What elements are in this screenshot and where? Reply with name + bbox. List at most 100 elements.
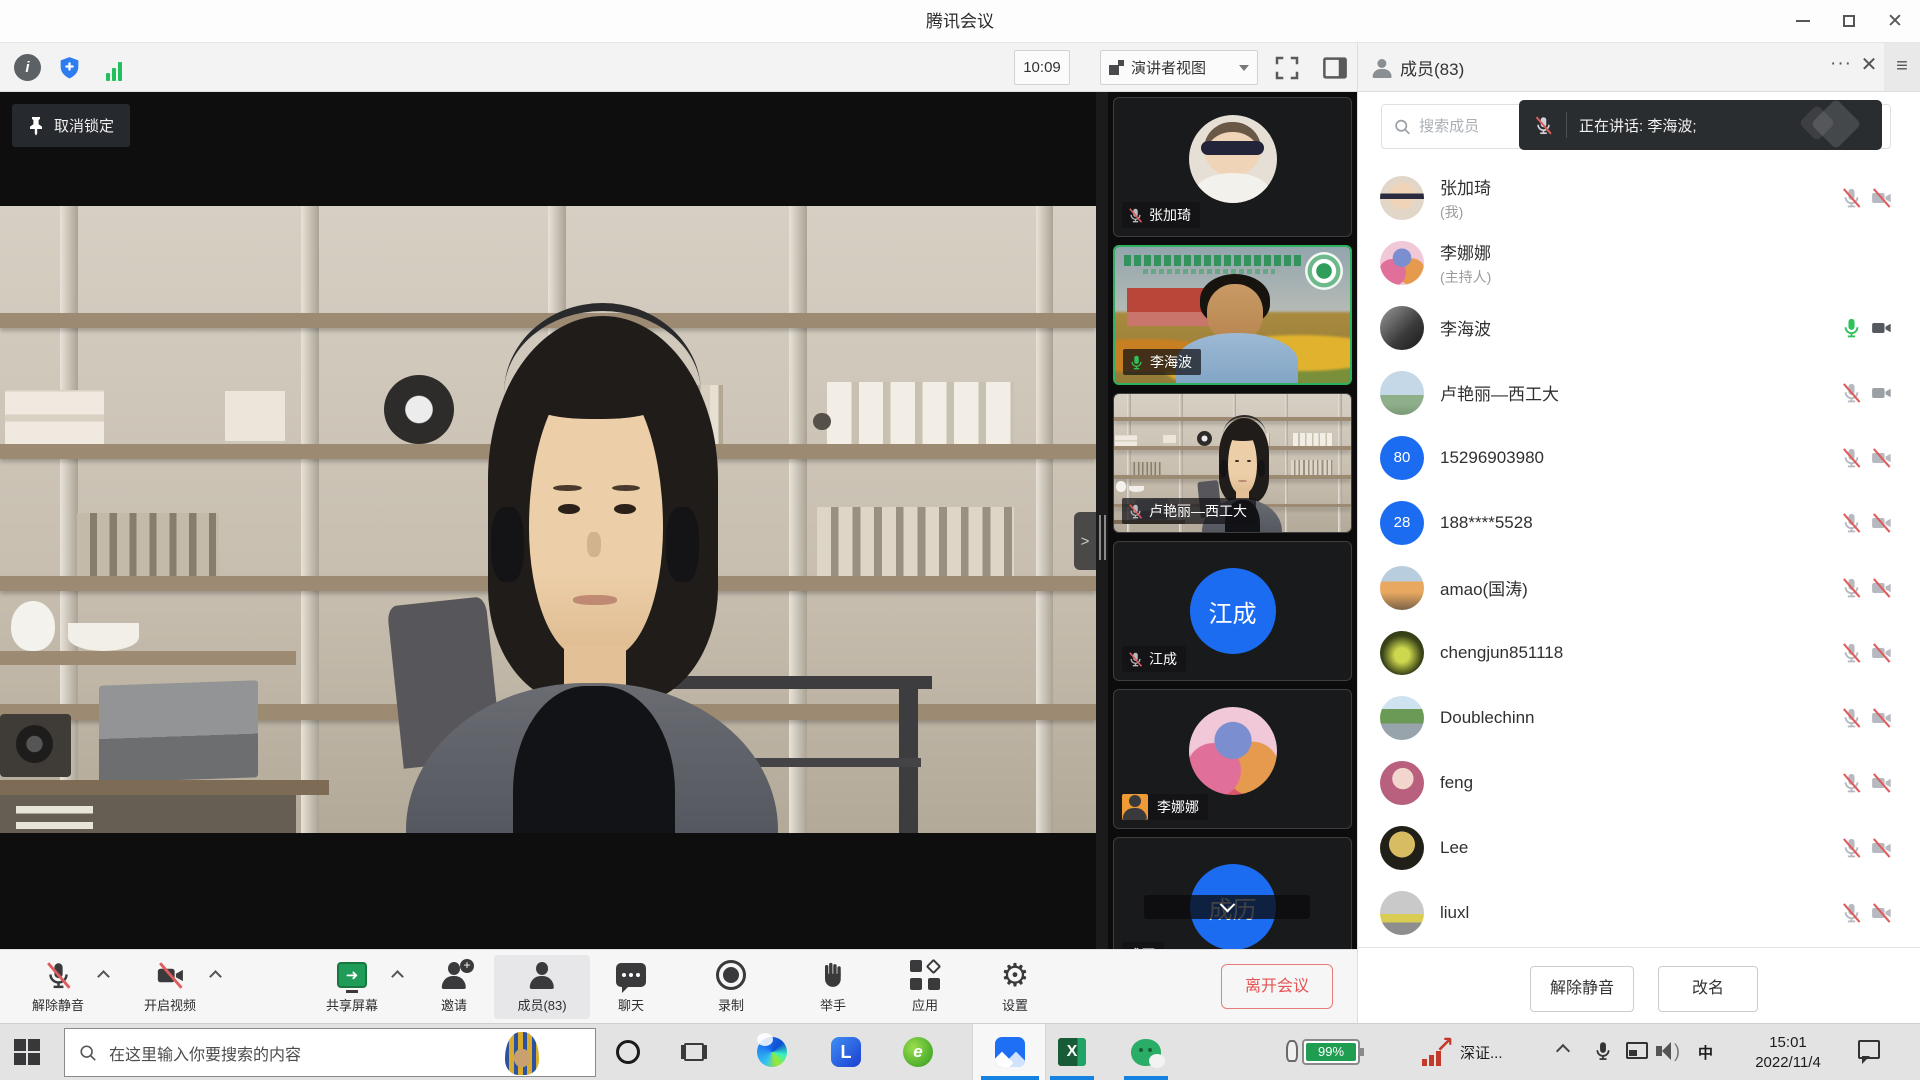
member-row[interactable]: 张加琦 (我) [1358,165,1920,230]
tencent-meeting-taskbar-item[interactable] [972,1024,1046,1080]
video-thumbnail[interactable]: 成历 成历 [1113,837,1352,949]
main-speaker-video[interactable]: 取消锁定 [0,92,1096,949]
toolbar-item-label: 解除静音 [32,995,84,1014]
meeting-security-icon[interactable] [56,54,83,81]
member-avatar [1380,891,1424,935]
participant-name: 张加琦 [1149,205,1191,225]
toolbar-raise-hand-button[interactable]: 举手 [785,957,881,1014]
participant-name: 卢艳丽—西工大 [1149,501,1247,521]
unpin-button[interactable]: 取消锁定 [12,104,130,147]
view-mode-selector[interactable]: 演讲者视图 [1100,50,1258,85]
360-browser-icon[interactable]: e [902,1036,934,1068]
toolbar-start-video-button[interactable]: 开启视频 [122,957,218,1014]
mic-status-icon [1840,316,1863,339]
video-thumbnail[interactable]: 卢艳丽—西工大 [1113,393,1352,533]
maximize-button[interactable] [1826,0,1872,42]
panel-close-icon[interactable]: ✕ [1856,51,1882,81]
video-frame [0,206,1096,833]
member-row[interactable]: Doublechinn [1358,685,1920,750]
action-center-icon[interactable] [1858,1040,1880,1059]
member-row[interactable]: 28 188****5528 [1358,490,1920,555]
stock-app-icon[interactable] [1422,1038,1452,1066]
member-row[interactable]: 李娜娜 (主持人) [1358,230,1920,295]
close-button[interactable]: ✕ [1872,0,1918,42]
fullscreen-button[interactable] [1272,53,1302,83]
toolbar-settings-button[interactable]: ⚙ 设置 [967,957,1063,1014]
video-thumbnail-speaking[interactable]: 李海波 [1113,245,1352,385]
tray-mic-icon[interactable] [1592,1038,1614,1064]
side-panel-toggle-button[interactable] [1320,53,1350,83]
member-avatar [1380,826,1424,870]
layout-icon [1109,60,1124,75]
video-scene [0,206,1096,833]
network-display-icon[interactable] [1626,1042,1648,1059]
stock-ticker-label[interactable]: 深证... [1460,1042,1503,1063]
video-thumbnail[interactable]: 张加琦 [1113,97,1352,237]
toolbar-chat-button[interactable]: 聊天 [583,957,679,1014]
member-name: chengjun851118 [1440,643,1563,663]
participant-label: 成历 [1122,942,1164,949]
leave-meeting-button[interactable]: 离开会议 [1221,964,1333,1009]
hidden-icons-chevron[interactable] [1556,1044,1570,1058]
toolbar-members-button[interactable]: 成员(83) [494,955,590,1019]
member-row[interactable]: amao(国涛) [1358,555,1920,620]
resize-handle[interactable] [1096,92,1108,949]
lenovo-browser-icon[interactable]: L [830,1036,862,1068]
collapse-thumbnails-button[interactable]: > [1074,512,1096,570]
edge-icon[interactable] [756,1036,788,1068]
member-role-label: (主持人) [1440,267,1491,287]
participant-label: 李娜娜 [1122,794,1217,820]
toolbar-item-label: 聊天 [618,995,644,1014]
meeting-info-icon[interactable]: i [14,54,41,81]
avatar [1189,707,1277,795]
minimize-button[interactable] [1780,0,1826,42]
member-avatar [1380,176,1424,220]
view-mode-label: 演讲者视图 [1131,57,1206,78]
toolbar-invite-button[interactable]: + 邀请 [406,957,502,1014]
mic-status-icon [1840,511,1863,534]
network-signal-icon[interactable] [100,54,127,81]
scroll-more-indicator[interactable] [1144,895,1310,919]
toolbar-share-screen-button[interactable]: ➜ 共享屏幕 [304,957,400,1014]
tray-clock[interactable]: 15:01 2022/11/4 [1742,1033,1834,1073]
cortana-icon[interactable] [612,1036,644,1068]
toolbar-apps-button[interactable]: 应用 [877,957,973,1014]
video-thumbnail[interactable]: 江成 江成 [1113,541,1352,681]
windows-taskbar: 在这里输入你要搜索的内容 L e X 99% 深证... 中 15:01 202… [0,1023,1920,1080]
more-options-icon[interactable]: ··· [1826,51,1856,81]
running-app-underline [1124,1076,1168,1080]
video-thumbnail[interactable]: 李娜娜 [1113,689,1352,829]
taskbar-search[interactable]: 在这里输入你要搜索的内容 [64,1028,596,1077]
invite-icon: + [441,961,467,989]
wechat-taskbar-item[interactable] [1130,1036,1162,1068]
member-row[interactable]: 李海波 [1358,295,1920,360]
task-view-icon[interactable] [678,1036,710,1068]
member-row[interactable]: Lee [1358,815,1920,880]
expand-chevron[interactable] [391,970,404,983]
unmute-button[interactable]: 解除静音 [1530,966,1634,1012]
search-icon [79,1044,97,1062]
member-row[interactable]: 80 15296903980 [1358,425,1920,490]
toolbar-record-button[interactable]: 录制 [683,957,779,1014]
member-row[interactable]: liuxl [1358,880,1920,945]
member-row[interactable]: 卢艳丽—西工大 [1358,360,1920,425]
tencent-meeting-window: 腾讯会议 ✕ i 10:09 演讲者视图 成员(83) ··· ✕ ≡ [0,0,1920,1080]
member-name: amao(国涛) [1440,575,1528,600]
start-button[interactable] [14,1039,40,1065]
battery-indicator[interactable]: 99% [1302,1039,1360,1065]
ime-indicator[interactable]: 中 [1698,1042,1713,1063]
expand-chevron[interactable] [209,970,222,983]
rename-button[interactable]: 改名 [1658,966,1758,1012]
camera-status-icon [1870,771,1893,794]
expand-chevron[interactable] [97,970,110,983]
toolbar-unmute-button[interactable]: 解除静音 [10,957,106,1014]
search-highlight-image[interactable] [505,1032,539,1075]
speaker-icon[interactable] [1662,1042,1671,1060]
member-row[interactable]: feng [1358,750,1920,815]
toolbar-item-label: 举手 [820,995,846,1014]
toolbar-item-label: 邀请 [441,995,467,1014]
member-name: feng [1440,773,1473,793]
member-row[interactable]: chengjun851118 [1358,620,1920,685]
excel-taskbar-item[interactable]: X [1056,1036,1088,1068]
hamburger-menu-icon[interactable]: ≡ [1884,43,1920,91]
